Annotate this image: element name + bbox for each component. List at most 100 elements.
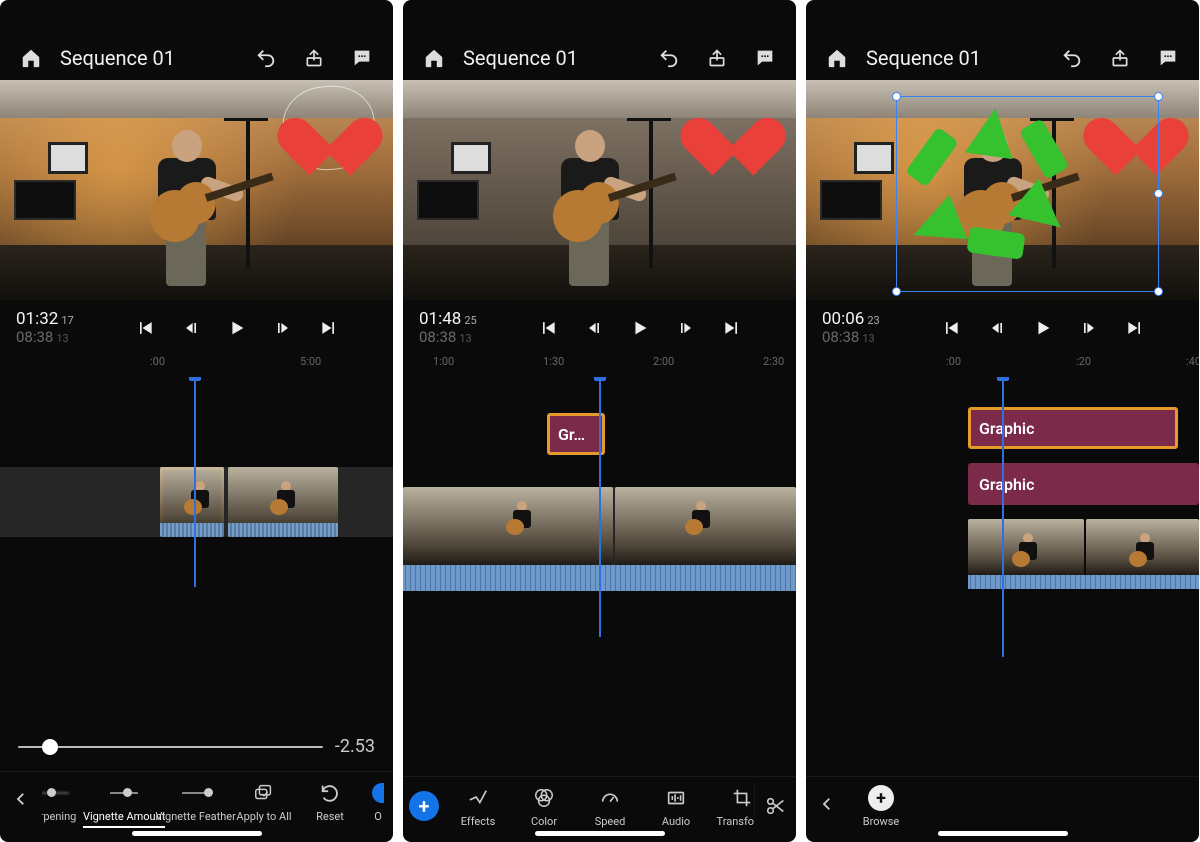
time-ruler[interactable]: :00 :20 :40	[806, 351, 1199, 377]
video-clip[interactable]	[1086, 519, 1199, 575]
step-forward-icon[interactable]	[272, 317, 294, 339]
transport-bar: 01:4825 08:3813	[403, 300, 796, 351]
play-icon[interactable]	[629, 317, 651, 339]
vignette-amount-slider[interactable]	[18, 746, 323, 748]
home-indicator[interactable]	[132, 831, 262, 836]
skip-start-icon[interactable]	[537, 317, 559, 339]
tool-transform[interactable]: Transform	[709, 783, 754, 828]
video-preview[interactable]	[0, 80, 393, 300]
comment-icon[interactable]	[750, 43, 780, 73]
video-clip[interactable]	[615, 487, 796, 565]
sequence-title[interactable]: Sequence 01	[60, 46, 251, 70]
tool-vignette-amount[interactable]: Vignette Amount	[88, 778, 160, 828]
video-clip-selected[interactable]	[160, 467, 224, 537]
current-time: 00:06	[822, 309, 864, 329]
add-button[interactable]: +	[403, 783, 445, 821]
home-icon[interactable]	[822, 43, 852, 73]
tool-audio[interactable]: Audio	[643, 783, 709, 828]
step-back-icon[interactable]	[583, 317, 605, 339]
timecode: 00:0623 08:3813	[822, 310, 880, 345]
sequence-title[interactable]: Sequence 01	[463, 46, 654, 70]
skip-start-icon[interactable]	[134, 317, 156, 339]
duration-time: 08:38	[419, 328, 456, 346]
sequence-title[interactable]: Sequence 01	[866, 46, 1057, 70]
share-icon[interactable]	[1105, 43, 1135, 73]
skip-start-icon[interactable]	[940, 317, 962, 339]
top-bar: Sequence 01	[403, 36, 796, 80]
skip-end-icon[interactable]	[1124, 317, 1146, 339]
transport-bar: 01:3217 08:3813	[0, 300, 393, 351]
graphic-clip-label: Graphic	[979, 419, 1034, 438]
status-bar	[403, 0, 796, 36]
add-fab-icon[interactable]: +	[409, 791, 439, 821]
status-bar	[806, 0, 1199, 36]
video-preview[interactable]	[806, 80, 1199, 300]
share-icon[interactable]	[299, 43, 329, 73]
tool-reset[interactable]: Reset	[297, 778, 363, 828]
video-clip[interactable]	[968, 519, 1084, 575]
scissors-icon	[765, 795, 787, 817]
graphic-clip[interactable]: Gr…	[547, 413, 605, 455]
back-button[interactable]	[806, 783, 848, 813]
duration-time: 08:38	[16, 328, 53, 346]
split-button[interactable]	[754, 783, 796, 817]
top-bar: Sequence 01	[0, 36, 393, 80]
step-back-icon[interactable]	[986, 317, 1008, 339]
undo-icon[interactable]	[251, 43, 281, 73]
tool-color[interactable]: Color	[511, 783, 577, 828]
home-indicator[interactable]	[938, 831, 1068, 836]
tool-speed[interactable]: Speed	[577, 783, 643, 828]
graphic-clip-selected[interactable]: Graphic	[968, 407, 1178, 449]
back-button[interactable]	[0, 778, 42, 808]
step-forward-icon[interactable]	[675, 317, 697, 339]
tool-vignette-feather[interactable]: Vignette Feather	[160, 778, 231, 828]
tool-browse[interactable]: + Browse	[848, 783, 914, 828]
tool-effects[interactable]: Effects	[445, 783, 511, 828]
bottom-panel: -2.53 arpening Vignette Amount Vignette …	[0, 726, 393, 842]
current-time: 01:48	[419, 309, 461, 329]
screenshot-panel-3: Sequence 01 00:0623 08:3813	[806, 0, 1199, 842]
skip-end-icon[interactable]	[318, 317, 340, 339]
duration-time: 08:38	[822, 328, 859, 346]
graphic-clip-label: Graphic	[979, 475, 1034, 494]
current-time: 01:32	[16, 309, 58, 329]
tool-apply-to-all[interactable]: Apply to All	[231, 778, 297, 828]
tool-sharpening[interactable]: arpening	[42, 778, 88, 828]
status-bar	[0, 0, 393, 36]
selection-box[interactable]	[896, 96, 1159, 292]
undo-icon[interactable]	[1057, 43, 1087, 73]
home-icon[interactable]	[419, 43, 449, 73]
top-bar: Sequence 01	[806, 36, 1199, 80]
timeline[interactable]	[0, 377, 393, 726]
timecode: 01:3217 08:3813	[16, 310, 74, 345]
step-back-icon[interactable]	[180, 317, 202, 339]
share-icon[interactable]	[702, 43, 732, 73]
time-ruler[interactable]: 1:00 1:30 2:00 2:30	[403, 351, 796, 377]
plus-icon: +	[868, 785, 894, 811]
playhead[interactable]	[1002, 377, 1004, 657]
timeline[interactable]: Graphic Graphic	[806, 377, 1199, 776]
home-icon[interactable]	[16, 43, 46, 73]
home-indicator[interactable]	[535, 831, 665, 836]
heart-icon	[295, 94, 365, 158]
video-clip[interactable]	[228, 467, 338, 537]
screenshot-panel-1: Sequence 01 01:3217 08:3813	[0, 0, 393, 842]
timeline[interactable]: Gr…	[403, 377, 796, 776]
comment-icon[interactable]	[1153, 43, 1183, 73]
transport-bar: 00:0623 08:3813	[806, 300, 1199, 351]
tool-overflow[interactable]: O	[363, 778, 393, 828]
comment-icon[interactable]	[347, 43, 377, 73]
skip-end-icon[interactable]	[721, 317, 743, 339]
undo-icon[interactable]	[654, 43, 684, 73]
play-icon[interactable]	[226, 317, 248, 339]
graphic-clip-label: Gr…	[558, 425, 585, 444]
playhead[interactable]	[194, 377, 196, 587]
timecode: 01:4825 08:3813	[419, 310, 477, 345]
slider-value: -2.53	[335, 736, 375, 757]
time-ruler[interactable]: :00 5:00	[0, 351, 393, 377]
step-forward-icon[interactable]	[1078, 317, 1100, 339]
video-clip[interactable]	[403, 487, 613, 565]
play-icon[interactable]	[1032, 317, 1054, 339]
playhead[interactable]	[599, 377, 601, 637]
video-preview[interactable]	[403, 80, 796, 300]
